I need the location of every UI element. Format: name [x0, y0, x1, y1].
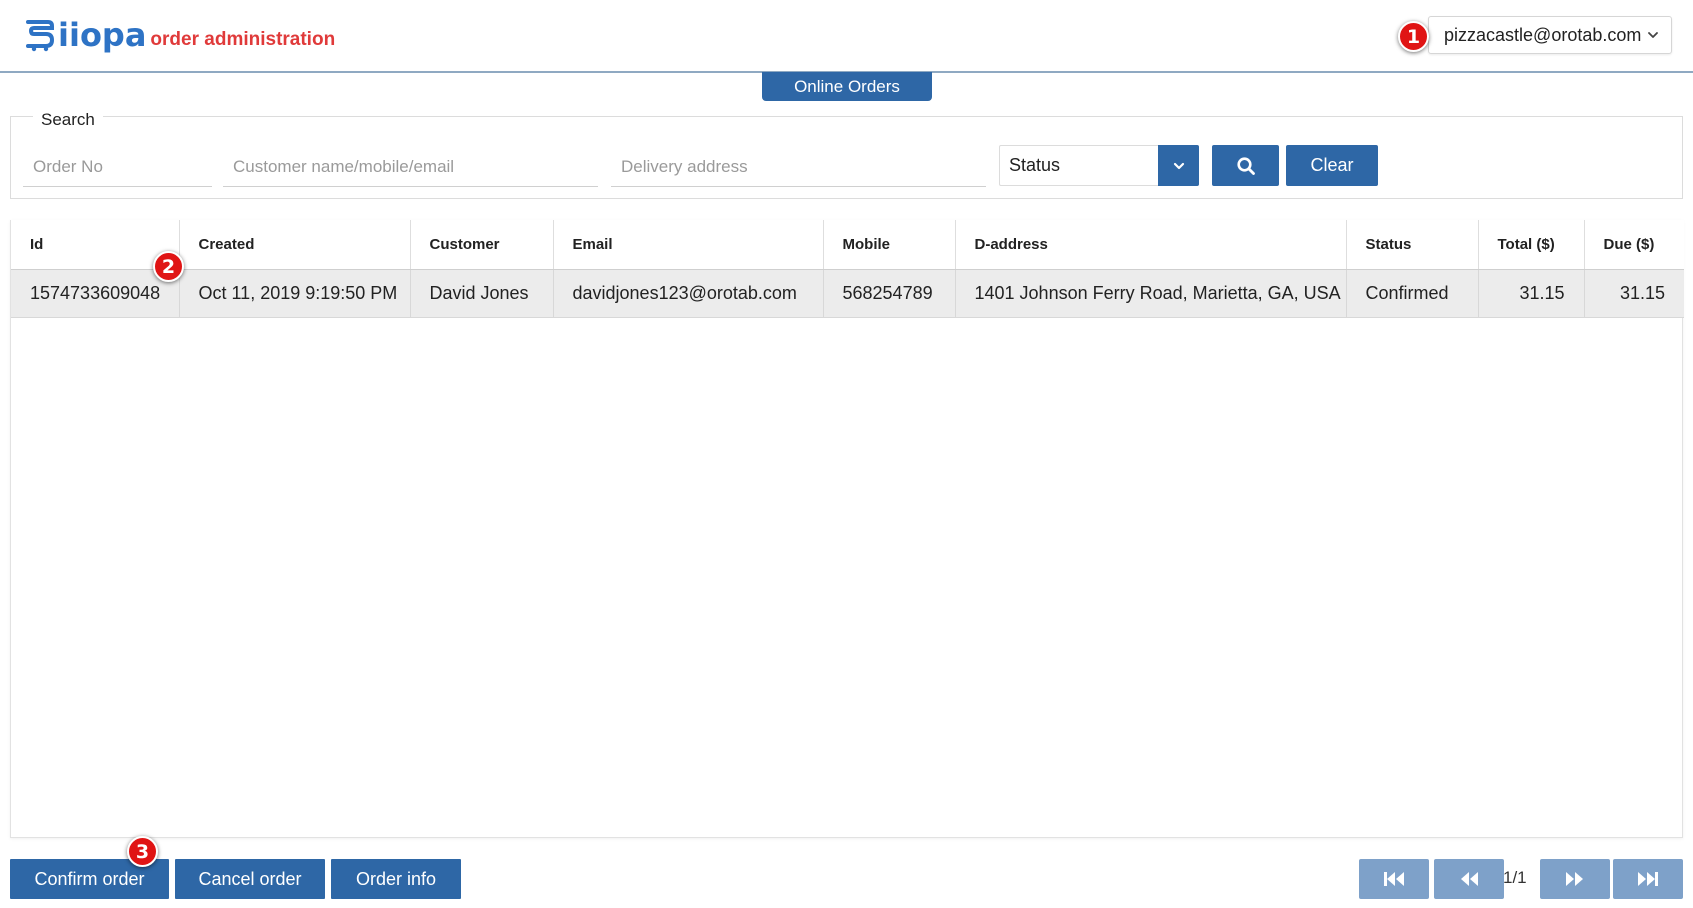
- logo-wordmark: iiopa: [58, 16, 147, 54]
- column-header-due[interactable]: Due ($): [1584, 220, 1684, 270]
- cell-id: 1574733609048: [11, 269, 180, 318]
- search-button[interactable]: [1212, 145, 1279, 186]
- column-header-customer[interactable]: Customer: [410, 220, 554, 270]
- app-logo: iiopa order administration: [24, 18, 335, 52]
- search-icon: [1236, 156, 1255, 175]
- first-page-icon: [1384, 872, 1404, 886]
- tab-online-orders[interactable]: Online Orders: [762, 72, 932, 101]
- app-subtitle: order administration: [150, 29, 336, 50]
- status-select[interactable]: Status: [999, 145, 1199, 186]
- column-header-mobile[interactable]: Mobile: [823, 220, 956, 270]
- cell-d-address: 1401 Johnson Ferry Road, Marietta, GA, U…: [955, 269, 1347, 318]
- table-row[interactable]: 1574733609048 Oct 11, 2019 9:19:50 PM Da…: [11, 269, 1684, 318]
- cell-email: davidjones123@orotab.com: [553, 269, 824, 318]
- delivery-address-input[interactable]: [611, 147, 986, 187]
- prev-page-icon: [1461, 872, 1478, 886]
- page-indicator: 1/1: [1503, 868, 1527, 887]
- cart-logo-icon: [26, 20, 55, 52]
- status-select-value: Status: [1009, 155, 1061, 175]
- next-page-button[interactable]: [1540, 859, 1610, 899]
- chevron-down-icon: [1648, 32, 1658, 38]
- cell-total: 31.15: [1478, 269, 1585, 318]
- user-email: pizzacastle@orotab.com: [1444, 24, 1642, 45]
- cancel-order-button[interactable]: Cancel order: [175, 859, 325, 899]
- last-page-button[interactable]: [1613, 859, 1683, 899]
- column-header-total[interactable]: Total ($): [1478, 220, 1585, 270]
- search-panel: Search Status Clear: [10, 110, 1683, 199]
- cell-mobile: 568254789: [823, 269, 956, 318]
- callout-marker-1: 1: [1398, 21, 1429, 52]
- orders-table: Id Created Customer Email Mobile D-addre…: [11, 220, 1684, 318]
- status-dropdown-button[interactable]: [1158, 145, 1199, 186]
- next-page-icon: [1566, 872, 1583, 886]
- callout-marker-3: 3: [127, 836, 158, 867]
- callout-marker-2: 2: [153, 251, 184, 282]
- table-header-row: Id Created Customer Email Mobile D-addre…: [11, 220, 1684, 270]
- cell-created: Oct 11, 2019 9:19:50 PM: [179, 269, 411, 318]
- order-no-input[interactable]: [23, 147, 212, 187]
- column-header-created[interactable]: Created: [179, 220, 411, 270]
- customer-search-input[interactable]: [223, 147, 598, 187]
- first-page-button[interactable]: [1359, 859, 1429, 899]
- orders-table-container: Id Created Customer Email Mobile D-addre…: [10, 220, 1684, 838]
- clear-button[interactable]: Clear: [1286, 145, 1378, 186]
- user-account-dropdown[interactable]: pizzacastle@orotab.com: [1428, 16, 1672, 54]
- cell-status: Confirmed: [1346, 269, 1479, 318]
- last-page-icon: [1638, 872, 1658, 886]
- cell-customer: David Jones: [410, 269, 554, 318]
- column-header-email[interactable]: Email: [553, 220, 824, 270]
- app-header: iiopa order administration pizzacastle@o…: [0, 0, 1693, 73]
- prev-page-button[interactable]: [1434, 859, 1504, 899]
- column-header-status[interactable]: Status: [1346, 220, 1479, 270]
- column-header-d-address[interactable]: D-address: [955, 220, 1347, 270]
- cell-due: 31.15: [1584, 269, 1684, 318]
- order-info-button[interactable]: Order info: [331, 859, 461, 899]
- chevron-down-icon: [1173, 162, 1184, 169]
- search-legend: Search: [33, 110, 103, 130]
